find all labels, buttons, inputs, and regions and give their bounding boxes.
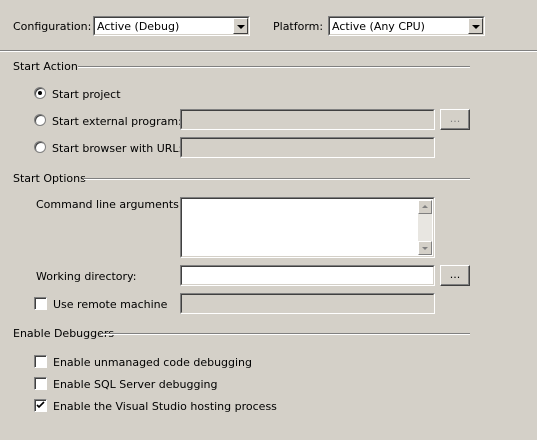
sql-debugging-checkbox[interactable] — [34, 377, 47, 390]
sql-debugging-label[interactable]: Enable SQL Server debugging — [53, 378, 217, 391]
start-browser-url-label[interactable]: Start browser with URL: — [52, 142, 182, 155]
hosting-process-label[interactable]: Enable the Visual Studio hosting process — [53, 400, 277, 413]
configuration-dropdown-button[interactable] — [233, 18, 248, 34]
chevron-down-icon — [422, 247, 428, 250]
chevron-up-icon — [422, 205, 428, 208]
external-program-field[interactable] — [180, 109, 435, 130]
platform-label: Platform: — [273, 20, 324, 33]
start-external-program-label[interactable]: Start external program: — [52, 115, 182, 128]
unmanaged-debugging-label[interactable]: Enable unmanaged code debugging — [53, 356, 252, 369]
start-action-divider — [78, 66, 470, 68]
use-remote-machine-label[interactable]: Use remote machine — [53, 298, 167, 311]
working-directory-label: Working directory: — [36, 270, 137, 283]
start-options-divider — [84, 178, 470, 180]
chevron-down-icon — [472, 25, 480, 29]
start-browser-url-radio[interactable] — [34, 141, 46, 153]
working-directory-field[interactable] — [180, 265, 435, 286]
platform-combobox[interactable]: Active (Any CPU) — [328, 16, 485, 36]
radio-selected-dot — [38, 91, 42, 95]
browser-url-field[interactable] — [180, 137, 435, 158]
scroll-up-button[interactable] — [418, 200, 432, 214]
header-divider — [0, 50, 537, 52]
enable-debuggers-title: Enable Debuggers — [13, 327, 115, 340]
platform-dropdown-button[interactable] — [468, 18, 483, 34]
enable-debuggers-divider — [101, 333, 470, 335]
start-action-title: Start Action — [13, 60, 78, 73]
start-options-title: Start Options — [13, 172, 86, 185]
configuration-value: Active (Debug) — [97, 20, 180, 33]
start-external-program-radio[interactable] — [34, 114, 46, 126]
command-line-scrollbar[interactable] — [418, 200, 432, 255]
chevron-down-icon — [237, 25, 245, 29]
use-remote-machine-checkbox[interactable] — [34, 297, 47, 310]
external-program-browse-button[interactable]: ... — [440, 109, 470, 130]
checkmark-icon — [36, 401, 45, 409]
start-project-radio[interactable] — [34, 87, 46, 99]
working-directory-browse-button[interactable]: ... — [440, 265, 470, 286]
configuration-label: Configuration: — [13, 20, 92, 33]
scroll-down-button[interactable] — [418, 241, 432, 255]
unmanaged-debugging-checkbox[interactable] — [34, 355, 47, 368]
remote-machine-field[interactable] — [180, 293, 435, 314]
start-project-label[interactable]: Start project — [52, 88, 121, 101]
command-line-label: Command line arguments: — [36, 198, 183, 211]
hosting-process-checkbox[interactable] — [34, 399, 47, 412]
command-line-textarea[interactable] — [180, 197, 435, 258]
configuration-combobox[interactable]: Active (Debug) — [93, 16, 250, 36]
platform-value: Active (Any CPU) — [332, 20, 425, 33]
